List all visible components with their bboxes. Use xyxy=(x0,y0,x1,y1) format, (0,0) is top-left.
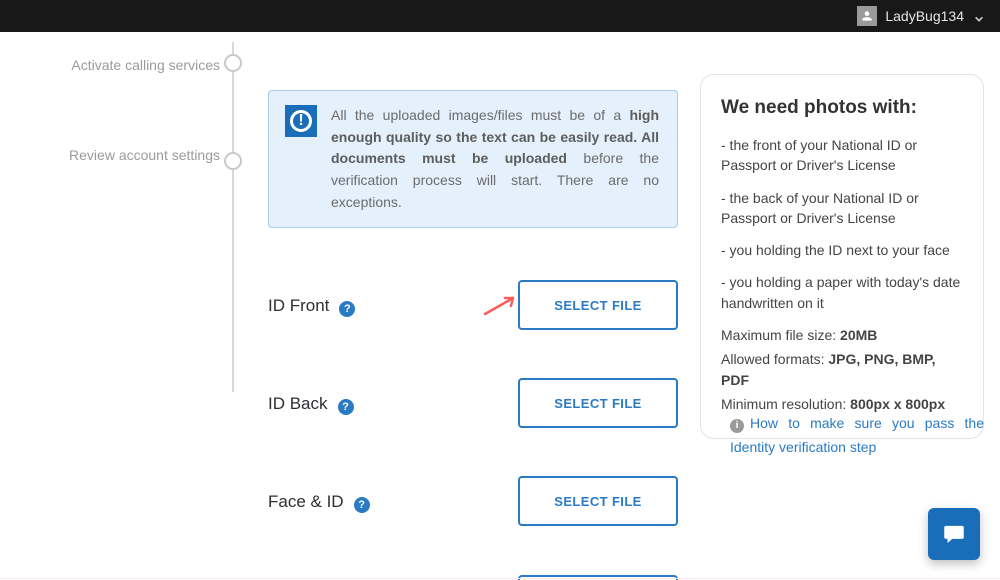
help-link[interactable]: iHow to make sure you pass the Identity … xyxy=(730,412,984,460)
stepper-line xyxy=(232,42,234,392)
alert-text-pre: All the uploaded images/files must be of… xyxy=(331,107,629,123)
avatar[interactable] xyxy=(857,6,877,26)
label-id-back: ID Back xyxy=(268,391,328,417)
help-link-text[interactable]: How to make sure you pass the Identity v… xyxy=(730,415,984,455)
step-circle-icon xyxy=(224,54,242,72)
upload-section: ! All the uploaded images/files must be … xyxy=(268,90,678,580)
step-activate-calling: Activate calling services xyxy=(20,56,220,74)
step-review-settings: Review account settings xyxy=(20,146,220,164)
select-file-face-id-button[interactable]: SELECT FILE xyxy=(518,476,678,526)
info-icon: i xyxy=(730,419,744,433)
username[interactable]: LadyBug134 xyxy=(885,8,964,24)
top-bar: LadyBug134 xyxy=(0,0,1000,32)
req-item: - you holding a paper with today's date … xyxy=(721,272,963,313)
chevron-down-icon[interactable] xyxy=(974,11,984,21)
help-icon[interactable]: ? xyxy=(354,497,370,513)
req-item: - the front of your National ID or Passp… xyxy=(721,135,963,176)
select-file-id-back-button[interactable]: SELECT FILE xyxy=(518,378,678,428)
req-item: - the back of your National ID or Passpo… xyxy=(721,188,963,229)
step-circle-icon xyxy=(224,152,242,170)
req-item: - you holding the ID next to your face xyxy=(721,240,963,260)
chat-icon xyxy=(941,521,967,547)
divider xyxy=(0,578,1000,579)
field-id-front: ID Front ? SELECT FILE xyxy=(268,280,678,330)
label-id-front: ID Front xyxy=(268,293,329,319)
exclamation-icon: ! xyxy=(285,105,317,137)
requirements-heading: We need photos with: xyxy=(721,97,963,119)
label-face-id: Face & ID xyxy=(268,489,344,515)
chat-widget-button[interactable] xyxy=(928,508,980,560)
max-size: Maximum file size: 20MB xyxy=(721,325,963,345)
help-icon[interactable]: ? xyxy=(339,301,355,317)
allowed-formats: Allowed formats: JPG, PNG, BMP, PDF xyxy=(721,349,963,390)
field-face-id: Face & ID ? SELECT FILE xyxy=(268,476,678,526)
field-id-back: ID Back ? SELECT FILE xyxy=(268,378,678,428)
select-file-id-front-button[interactable]: SELECT FILE xyxy=(518,280,678,330)
info-alert: ! All the uploaded images/files must be … xyxy=(268,90,678,228)
requirements-card: We need photos with: - the front of your… xyxy=(700,74,984,439)
help-icon[interactable]: ? xyxy=(338,399,354,415)
